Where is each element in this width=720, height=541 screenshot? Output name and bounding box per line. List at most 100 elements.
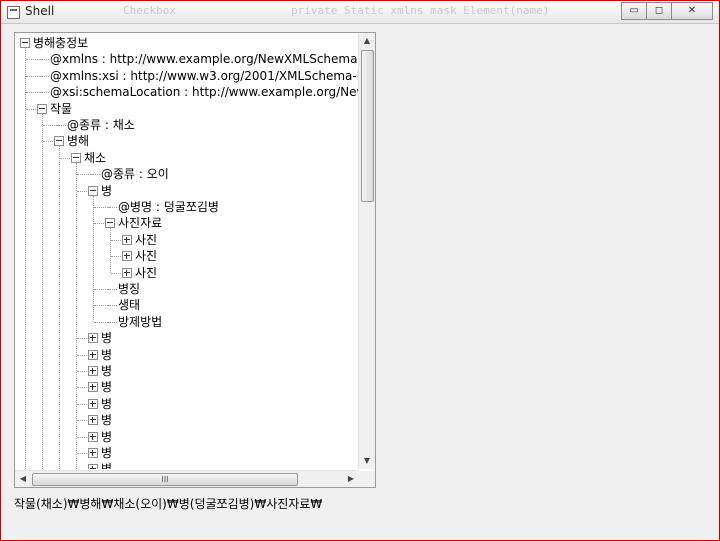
tree-node[interactable]: 병 xyxy=(15,363,359,379)
tree-node[interactable]: 병 xyxy=(15,396,359,412)
tree-leaf-connector xyxy=(107,289,117,290)
tree-node[interactable]: @xmlns:xsi : http://www.w3.org/2001/XMLS… xyxy=(15,68,359,84)
expand-icon[interactable] xyxy=(122,234,132,245)
tree-node-label: @xmlns : http://www.example.org/NewXMLSc… xyxy=(50,52,358,67)
collapse-icon[interactable] xyxy=(20,38,30,48)
collapse-icon[interactable] xyxy=(37,103,47,114)
tree-node-label: 병 xyxy=(101,331,113,346)
tree-node[interactable]: 병징 xyxy=(15,281,359,297)
tree-node-label: @종류 : 오이 xyxy=(101,167,169,182)
tree-guide-line xyxy=(59,146,60,469)
tree-node-label: 병 xyxy=(101,413,113,428)
vertical-scrollbar[interactable]: ▲ ▼ xyxy=(358,33,375,469)
tree-leaf-connector xyxy=(56,125,66,126)
horizontal-scroll-thumb[interactable]: III xyxy=(32,473,298,486)
tree-node-label: 병해충정보 xyxy=(33,36,89,50)
collapse-icon[interactable] xyxy=(54,136,64,147)
expand-icon[interactable] xyxy=(88,349,98,360)
tree-node[interactable]: 방제방법 xyxy=(15,314,359,330)
tree-node-label: 병 xyxy=(101,183,113,198)
expand-icon[interactable] xyxy=(88,366,98,376)
close-button[interactable]: ✕ xyxy=(671,2,713,20)
tree-node[interactable]: 병해충정보 xyxy=(15,35,359,51)
expand-icon[interactable] xyxy=(88,382,98,393)
scroll-left-icon[interactable]: ◀ xyxy=(15,471,31,487)
vertical-scroll-thumb[interactable] xyxy=(361,50,374,202)
expand-icon[interactable] xyxy=(122,251,132,262)
tree-leaf-connector xyxy=(107,321,117,323)
expand-icon[interactable] xyxy=(122,267,132,278)
tree-node[interactable]: @종류 : 채소 xyxy=(15,117,359,133)
tree-guide-line xyxy=(25,48,26,469)
tree-node[interactable]: 병 xyxy=(15,330,359,346)
scrollbar-corner xyxy=(359,471,375,487)
expand-icon[interactable] xyxy=(88,448,98,458)
tree-node[interactable]: 생태 xyxy=(15,297,359,313)
tree-node-label: 병 xyxy=(101,446,113,460)
tree-node[interactable]: 사진 xyxy=(15,232,359,248)
maximize-button[interactable]: ◻ xyxy=(646,2,672,20)
scroll-up-icon[interactable]: ▲ xyxy=(359,33,375,49)
expand-icon[interactable] xyxy=(88,464,98,469)
scroll-down-icon[interactable]: ▼ xyxy=(359,453,375,469)
title-bar[interactable]: Shell private Static xmlns mask Element(… xyxy=(1,1,719,24)
close-icon: ✕ xyxy=(687,5,697,16)
tree-node-label: 생태 xyxy=(118,298,141,313)
maximize-icon: ◻ xyxy=(654,5,664,16)
tree-node[interactable]: 병 xyxy=(15,183,359,199)
tree-leaf-connector xyxy=(107,305,117,307)
window-title: Shell xyxy=(25,4,55,18)
collapse-icon[interactable] xyxy=(88,185,98,196)
background-window-checkbox-text: Checkbox xyxy=(123,4,176,17)
tree-node-label: 병 xyxy=(101,396,113,411)
tree-node-label: 병 xyxy=(101,461,112,469)
tree-node-label: 병해 xyxy=(67,134,90,149)
tree-content: 병해충정보 @xmlns : http://www.example.org/New… xyxy=(15,33,359,469)
tree-leaf-connector xyxy=(39,75,49,77)
tree-node[interactable]: 병 xyxy=(15,347,359,363)
tree-node-label: 방제방법 xyxy=(118,314,163,329)
tree-node-label: 병 xyxy=(101,429,113,444)
expand-icon[interactable] xyxy=(88,431,98,442)
tree-leaf-connector xyxy=(39,92,49,94)
tree-node[interactable]: 병해 xyxy=(15,133,359,149)
tree-guide-line xyxy=(76,162,77,469)
tree-node[interactable]: 사진자료 xyxy=(15,215,359,231)
scroll-right-icon[interactable]: ▶ xyxy=(343,471,359,487)
collapse-icon[interactable] xyxy=(71,152,81,163)
tree-node-label: 병징 xyxy=(118,282,141,296)
tree-node[interactable]: 병 xyxy=(15,379,359,395)
tree-node[interactable]: 채소 xyxy=(15,150,359,166)
collapse-icon[interactable] xyxy=(105,218,115,229)
tree-node[interactable]: @xmlns : http://www.example.org/NewXMLSc… xyxy=(15,51,359,67)
minimize-button[interactable]: ▭ xyxy=(621,2,647,20)
tree-node[interactable]: 병 xyxy=(15,461,359,469)
tree-node[interactable]: 병 xyxy=(15,412,359,428)
tree-node[interactable]: @종류 : 오이 xyxy=(15,166,359,182)
expand-icon[interactable] xyxy=(88,398,98,409)
tree-node[interactable]: 사진 xyxy=(15,265,359,281)
selected-node-path: 작물(채소)₩병해₩채소(오이)₩병(덩굴쪼김병)₩사진자료₩ xyxy=(14,497,323,511)
tree-node-label: @xmlns:xsi : http://www.w3.org/2001/XMLS… xyxy=(50,68,359,83)
tree-guide-line xyxy=(93,195,94,322)
tree-node[interactable]: @xsi:schemaLocation : http://www.example… xyxy=(15,84,359,100)
expand-icon[interactable] xyxy=(88,415,98,426)
shell-window: Shell private Static xmlns mask Element(… xyxy=(0,0,720,541)
tree-node[interactable]: 병 xyxy=(15,445,359,461)
tree-node-label: 병 xyxy=(101,380,113,395)
tree-leaf-connector xyxy=(107,207,117,208)
tree-node-label: 사진 xyxy=(135,249,158,264)
tree-node[interactable]: 병 xyxy=(15,429,359,445)
tree-node-label: 사진 xyxy=(135,265,158,280)
tree-node[interactable]: @병명 : 덩굴쪼김병 xyxy=(15,199,359,215)
xml-tree-view[interactable]: 병해충정보 @xmlns : http://www.example.org/New… xyxy=(14,32,376,488)
expand-icon[interactable] xyxy=(88,333,98,344)
tree-node-label: @종류 : 채소 xyxy=(67,118,135,132)
horizontal-scrollbar[interactable]: ◀ III ▶ xyxy=(15,470,359,487)
tree-node-label: @병명 : 덩굴쪼김병 xyxy=(118,200,219,214)
tree-leaf-connector xyxy=(39,59,49,61)
tree-node-label: 사진 xyxy=(135,232,158,247)
tree-node[interactable]: 사진 xyxy=(15,248,359,264)
tree-node[interactable]: 작물 xyxy=(15,101,359,117)
tree-node-label: 작물 xyxy=(50,101,73,116)
